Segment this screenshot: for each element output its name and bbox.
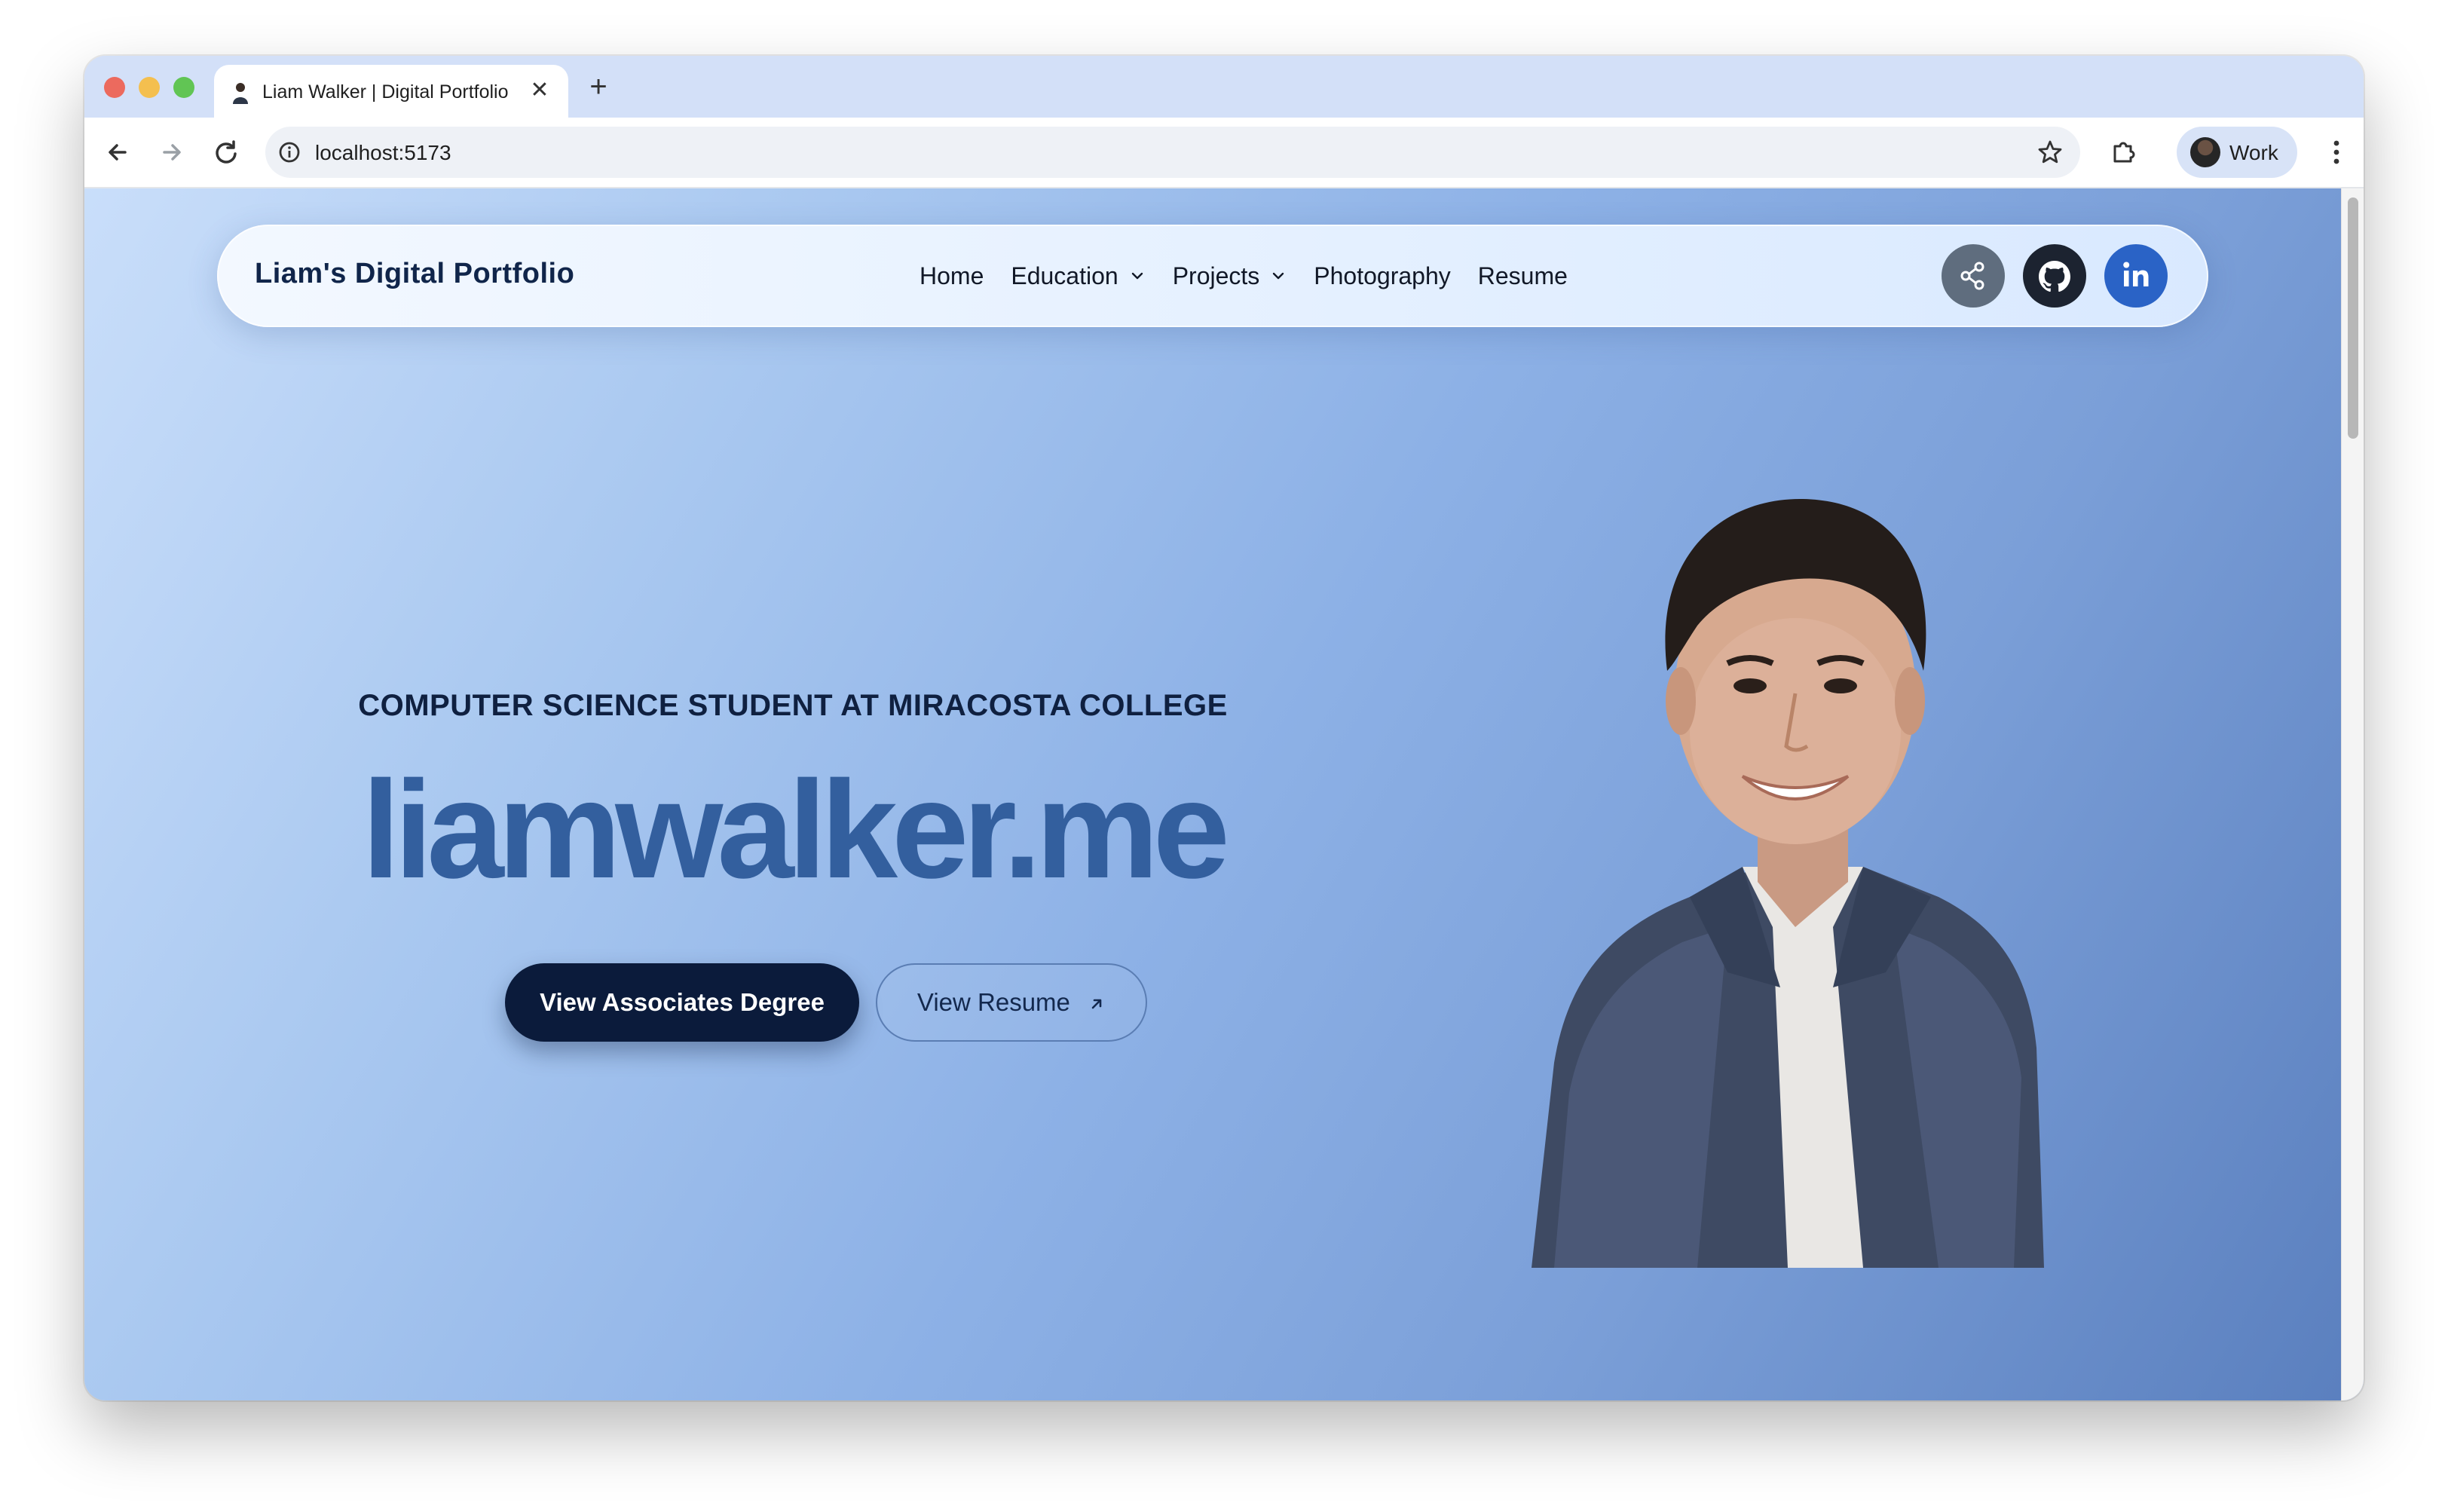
tab-title: Liam Walker | Digital Portfolio bbox=[262, 81, 509, 103]
profile-label: Work bbox=[2229, 141, 2278, 164]
more-menu-icon[interactable] bbox=[2321, 136, 2352, 169]
browser-window: Liam Walker | Digital Portfolio ✕ + loca… bbox=[84, 56, 2364, 1400]
page-scrollbar[interactable] bbox=[2341, 188, 2364, 1400]
nav-link-photography[interactable]: Photography bbox=[1314, 262, 1450, 290]
new-tab-button[interactable]: + bbox=[582, 71, 615, 104]
scrollbar-thumb[interactable] bbox=[2348, 197, 2358, 439]
close-window-button[interactable] bbox=[104, 77, 125, 98]
site-navbar: Liam's Digital Portfolio Home Education … bbox=[217, 225, 2208, 327]
nav-link-projects[interactable]: Projects bbox=[1173, 262, 1287, 290]
favicon-icon bbox=[233, 83, 248, 104]
external-arrow-icon bbox=[1091, 999, 1102, 1009]
nav-link-label: Photography bbox=[1314, 262, 1451, 289]
github-button[interactable] bbox=[2023, 244, 2086, 308]
linkedin-icon bbox=[2123, 262, 2149, 286]
share-button[interactable] bbox=[1942, 244, 2005, 308]
tab-strip: Liam Walker | Digital Portfolio ✕ + bbox=[84, 56, 2364, 118]
tab-close-icon[interactable]: ✕ bbox=[528, 78, 552, 103]
page-viewport: Liam's Digital Portfolio Home Education … bbox=[84, 188, 2364, 1400]
linkedin-button[interactable] bbox=[2104, 244, 2168, 308]
nav-link-home[interactable]: Home bbox=[920, 262, 984, 290]
nav-link-label: Resume bbox=[1477, 262, 1568, 289]
button-label: View Resume bbox=[916, 988, 1070, 1016]
profile-button[interactable]: Work bbox=[2177, 127, 2297, 178]
nav-link-label: Education bbox=[1011, 262, 1118, 289]
chevron-down-icon bbox=[1273, 272, 1284, 280]
bookmark-star-icon[interactable] bbox=[2035, 137, 2065, 167]
tab-active[interactable]: Liam Walker | Digital Portfolio ✕ bbox=[214, 65, 568, 118]
nav-link-education[interactable]: Education bbox=[1011, 262, 1145, 290]
chevron-down-icon bbox=[1131, 272, 1143, 280]
minimize-window-button[interactable] bbox=[139, 77, 160, 98]
address-bar[interactable]: localhost:5173 bbox=[265, 127, 2080, 178]
hero-subtitle: COMPUTER SCIENCE STUDENT AT MIRACOSTA CO… bbox=[358, 689, 1228, 722]
view-resume-button[interactable]: View Resume bbox=[876, 963, 1147, 1042]
brand-logo[interactable]: Liam's Digital Portfolio bbox=[255, 258, 574, 290]
button-label: View Associates Degree bbox=[540, 988, 825, 1016]
nav-links: Home Education Projects Photography Resu… bbox=[920, 259, 1595, 292]
forward-arrow-icon[interactable] bbox=[155, 136, 188, 169]
nav-link-label: Projects bbox=[1172, 262, 1260, 289]
share-icon bbox=[1960, 262, 1984, 290]
extensions-puzzle-icon[interactable] bbox=[2107, 136, 2140, 169]
back-arrow-icon[interactable] bbox=[101, 136, 134, 169]
portrait-photo bbox=[1532, 498, 2044, 1268]
url-text: localhost:5173 bbox=[315, 141, 451, 164]
github-icon bbox=[2039, 261, 2070, 292]
hero-title: liamwalker.me bbox=[362, 751, 1230, 907]
avatar bbox=[2190, 137, 2220, 167]
browser-toolbar: localhost:5173 Work bbox=[84, 118, 2364, 188]
reload-icon[interactable] bbox=[210, 136, 243, 169]
nav-link-resume[interactable]: Resume bbox=[1478, 262, 1568, 290]
nav-link-label: Home bbox=[920, 262, 984, 289]
maximize-window-button[interactable] bbox=[173, 77, 194, 98]
site-info-icon[interactable] bbox=[277, 140, 301, 164]
view-associates-degree-button[interactable]: View Associates Degree bbox=[505, 963, 859, 1042]
